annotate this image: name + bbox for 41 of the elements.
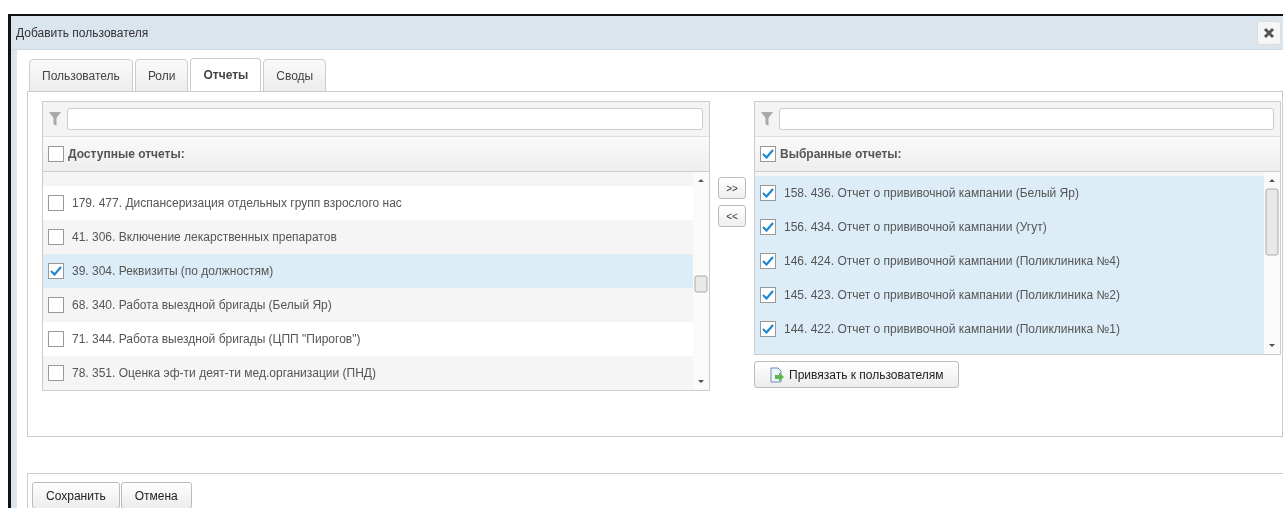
checkbox[interactable]	[760, 253, 776, 269]
report-row[interactable]: 78. 351. Оценка эф-ти деят-ти мед.организации (ПНД)	[43, 356, 693, 390]
checkbox[interactable]	[48, 365, 64, 381]
close-icon	[1263, 26, 1275, 39]
checkbox[interactable]	[48, 229, 64, 245]
filter-field[interactable]	[67, 108, 703, 130]
filter-field[interactable]	[779, 108, 1274, 130]
tab[interactable]: Пользователь	[29, 59, 133, 92]
tab[interactable]: Роли	[134, 59, 189, 92]
checkbox[interactable]	[760, 321, 776, 337]
report-row[interactable]: 68. 340. Работа выездной бригады (Белый Яр)	[43, 288, 693, 322]
checkbox[interactable]	[760, 219, 776, 235]
document-arrow-icon	[769, 366, 785, 383]
move-button[interactable]: >>	[718, 177, 746, 199]
footer-button[interactable]: Сохранить	[32, 482, 120, 508]
checkbox[interactable]	[48, 297, 64, 313]
bind-button[interactable]: Привязать к пользователям	[754, 361, 959, 388]
close-button[interactable]	[1257, 20, 1281, 45]
report-row[interactable]: 158. 436. Отчет о прививочной кампании (Белый Яр)	[755, 176, 1264, 210]
checkbox[interactable]	[760, 185, 776, 201]
report-row[interactable]: 156. 434. Отчет о прививочной кампании (Угут)	[755, 210, 1264, 244]
footer-button[interactable]: Отмена	[120, 482, 192, 508]
window-title: Добавить пользователя	[16, 25, 149, 40]
checkbox[interactable]	[48, 195, 64, 211]
filter-icon	[49, 111, 61, 127]
report-row[interactable]: 41. 306. Включение лекарственных препаратов	[43, 220, 693, 254]
report-row[interactable]: 39. 304. Реквизиты (по должностям)	[43, 254, 693, 288]
move-button[interactable]: <<	[718, 205, 746, 227]
report-row[interactable]: 145. 423. Отчет о прививочной кампании (Поликлиника №2)	[755, 278, 1264, 312]
list-header: Доступные отчеты:	[68, 147, 185, 161]
report-row[interactable]: 144. 422. Отчет о прививочной кампании (Поликлиника №1)	[755, 312, 1264, 346]
checkbox[interactable]	[48, 263, 64, 279]
filter-icon	[761, 111, 773, 127]
checkbox[interactable]	[48, 331, 64, 347]
checkbox[interactable]	[760, 287, 776, 303]
tab[interactable]: Своды	[263, 59, 327, 92]
list-header: Выбранные отчеты:	[780, 147, 902, 161]
checkbox[interactable]	[48, 146, 64, 162]
tab[interactable]: Отчеты	[190, 58, 262, 92]
checkbox[interactable]	[760, 146, 776, 162]
report-row[interactable]: 146. 424. Отчет о прививочной кампании (Поликлиника №4)	[755, 244, 1264, 278]
